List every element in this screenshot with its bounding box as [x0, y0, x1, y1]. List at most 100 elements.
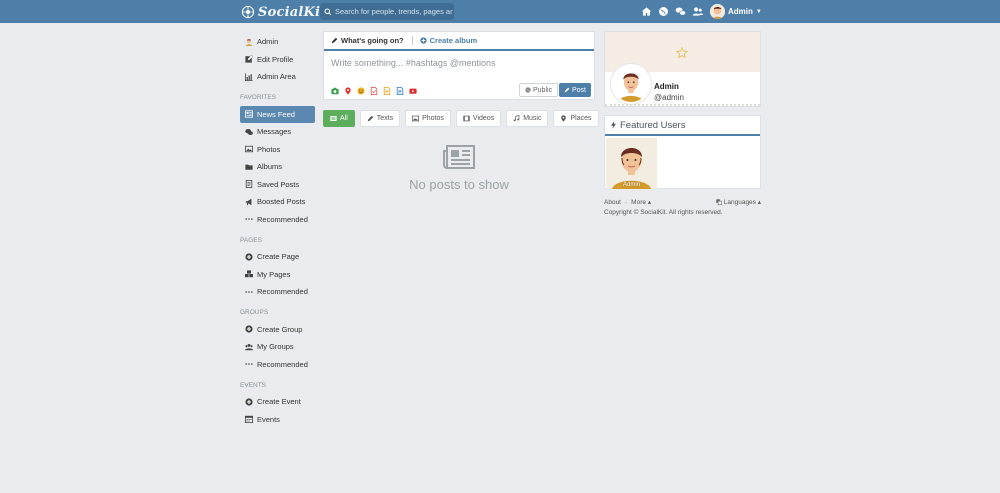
sidebar-item-create-group[interactable]: Create Group [240, 321, 315, 339]
filter-videos[interactable]: Videos [455, 110, 502, 127]
avatar [710, 4, 725, 19]
photo-icon [412, 115, 420, 122]
search-icon [324, 8, 332, 15]
group-icon [244, 342, 253, 351]
user-name: Admin [728, 7, 753, 16]
globe-icon[interactable] [657, 5, 669, 17]
divider [605, 104, 760, 106]
sidebar-item-messages[interactable]: Messages [240, 123, 315, 141]
camera-icon[interactable] [330, 86, 339, 95]
star-icon[interactable] [676, 47, 688, 59]
featured-user[interactable]: Admin [606, 138, 657, 189]
filter-texts[interactable]: Texts [359, 110, 401, 127]
folder-icon [244, 162, 253, 171]
search-box[interactable] [320, 3, 454, 20]
logo-icon [241, 5, 255, 19]
profile-card: Admin @admin [604, 31, 761, 107]
avatar[interactable] [611, 64, 651, 104]
chart-icon [244, 72, 253, 81]
calendar-icon [244, 415, 253, 424]
messages-icon[interactable] [674, 5, 686, 17]
section-title-groups: GROUPS [240, 309, 269, 316]
cubes-icon [244, 270, 253, 279]
profile-handle: @admin [654, 93, 684, 102]
plus-circle-icon [244, 325, 253, 334]
sidebar-item-albums[interactable]: Albums [240, 158, 315, 176]
chevron-down-icon: ▼ [755, 8, 762, 15]
filter-music[interactable]: Music [506, 110, 549, 127]
languages-button[interactable]: Languages ▴ [716, 198, 761, 206]
footer-link-about[interactable]: About [604, 199, 621, 206]
newspaper-icon [244, 110, 253, 119]
saved-icon [244, 180, 253, 189]
map-marker-icon[interactable] [343, 86, 352, 95]
sidebar-item-edit-profile[interactable]: Edit Profile [240, 51, 315, 69]
section-title-pages: PAGES [240, 236, 262, 244]
plus-circle-icon [244, 397, 253, 406]
sidebar-item-recommended-groups[interactable]: Recommended [240, 356, 315, 374]
map-marker-icon [561, 115, 567, 122]
post-textarea[interactable]: Write something... #hashtags @mentions [324, 51, 594, 78]
copyright: Copyright © SocialKit. All rights reserv… [604, 209, 723, 216]
section-title-events: EVENTS [240, 381, 267, 389]
footer-separator: · [625, 198, 628, 206]
comments-icon [244, 127, 253, 136]
filter-places[interactable]: Places [553, 110, 599, 127]
profile-name[interactable]: Admin [654, 82, 679, 91]
sidebar-item-saved-posts[interactable]: Saved Posts [240, 176, 315, 194]
pencil-icon [564, 87, 570, 93]
bullhorn-icon [244, 197, 253, 206]
sidebar-item-my-groups[interactable]: My Groups [240, 338, 315, 356]
sidebar-item-recommended-favorites[interactable]: Recommended [240, 211, 315, 229]
filter-photos[interactable]: Photos [405, 110, 451, 127]
edit-icon [244, 55, 253, 64]
document-icon[interactable] [382, 86, 391, 95]
doc-icon[interactable] [395, 86, 404, 95]
photo-icon [244, 145, 253, 154]
home-icon[interactable] [640, 5, 652, 17]
language-icon [716, 199, 722, 205]
youtube-icon[interactable] [408, 86, 417, 95]
search-input[interactable] [335, 7, 453, 16]
ellipsis-icon [244, 215, 253, 224]
sidebar-item-news-feed[interactable]: News Feed [240, 105, 315, 123]
smile-icon[interactable] [356, 86, 365, 95]
pencil-icon [367, 115, 374, 122]
feed-filters: All Texts Photos Videos Music Places [323, 110, 599, 127]
pencil-icon [331, 37, 338, 44]
sidebar-item-my-pages[interactable]: My Pages [240, 266, 315, 284]
music-icon [513, 115, 520, 122]
plus-circle-icon [244, 252, 253, 261]
post-button[interactable]: Post [559, 83, 592, 97]
filter-all[interactable]: All [323, 110, 355, 127]
privacy-button[interactable]: Public [519, 83, 559, 97]
newspaper-icon [443, 145, 475, 169]
film-icon [463, 115, 470, 122]
sidebar-item-admin-area[interactable]: Admin Area [240, 68, 315, 86]
tab-status[interactable]: What's going on? [331, 36, 404, 45]
tab-create-album[interactable]: Create album [411, 36, 477, 45]
logo[interactable]: SocialKit [241, 3, 326, 21]
ellipsis-icon [244, 360, 253, 369]
plus-circle-icon [419, 37, 427, 44]
footer-link-more[interactable]: More ▴ [631, 198, 651, 206]
featured-user-name: Admin [622, 182, 640, 188]
sidebar-item-create-event[interactable]: Create Event [240, 393, 315, 411]
sidebar-item-photos[interactable]: Photos [240, 141, 315, 159]
ellipsis-icon [244, 287, 253, 296]
avatar-icon [244, 37, 253, 46]
featured-users-title: Featured Users [605, 116, 760, 136]
user-menu[interactable]: Admin ▼ [710, 3, 762, 20]
globe-icon [525, 87, 531, 93]
sidebar-item-recommended-pages[interactable]: Recommended [240, 283, 315, 301]
file-icon[interactable] [369, 86, 378, 95]
section-title-favorites: FAVORITES [240, 94, 276, 101]
post-composer: What's going on? Create album Write some… [323, 31, 595, 100]
sidebar-item-boosted-posts[interactable]: Boosted Posts [240, 193, 315, 211]
sidebar-item-events[interactable]: Events [240, 411, 315, 429]
sidebar-item-create-page[interactable]: Create Page [240, 248, 315, 266]
bolt-icon [611, 121, 616, 129]
list-icon [330, 116, 337, 121]
users-icon[interactable] [691, 5, 703, 17]
sidebar-item-admin[interactable]: Admin [240, 33, 315, 51]
